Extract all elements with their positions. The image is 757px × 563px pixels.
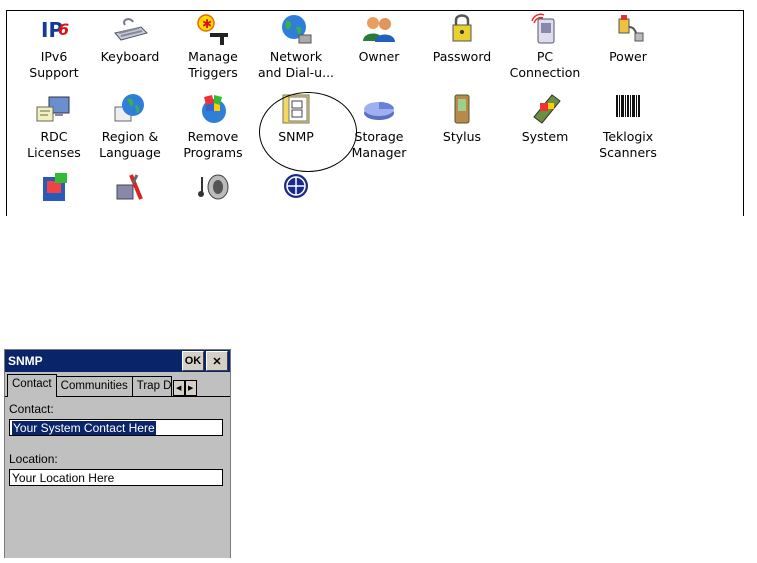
control-panel: IP 6 IPv6 Support Keyboard ✱ Manage Trigg… — [6, 10, 744, 216]
clipped-labels-row — [7, 211, 743, 216]
ipv6-icon: IP 6 — [35, 13, 73, 45]
cp-item-teklogix-scanners[interactable]: Teklogix Scanners — [588, 93, 668, 161]
cp-item-owner[interactable]: Owner — [339, 13, 419, 65]
close-button[interactable]: ✕ — [206, 351, 228, 371]
location-field[interactable]: Your Location Here — [9, 469, 223, 486]
password-keys-icon — [443, 13, 481, 45]
rdc-licenses-icon — [35, 93, 73, 125]
pc-connection-icon — [526, 13, 564, 45]
tab-communities[interactable]: Communities — [55, 376, 133, 396]
cp-item-network[interactable]: Network and Dial-u... — [256, 13, 336, 81]
cp-item-row3-4[interactable] — [256, 171, 336, 203]
stylus-device-icon — [443, 93, 481, 125]
region-globe-icon — [111, 93, 149, 125]
snmp-highlight-ring — [259, 92, 357, 172]
location-label: Location: — [9, 452, 58, 466]
contact-field[interactable]: Your System Contact Here — [9, 419, 223, 436]
owner-people-icon — [360, 13, 398, 45]
trigger-icon: ✱ — [194, 13, 232, 45]
cp-item-password[interactable]: Password — [422, 13, 502, 65]
cp-item-rdc-licenses[interactable]: RDC Licenses — [14, 93, 94, 161]
wireless-globe-icon — [277, 171, 315, 203]
tab-scroll-right-icon[interactable]: ▶ — [184, 380, 197, 396]
tab-scroll-left-icon[interactable]: ◀ — [172, 380, 185, 396]
cp-item-keyboard[interactable]: Keyboard — [90, 13, 170, 65]
keyboard-icon — [111, 13, 149, 45]
contact-value: Your System Contact Here — [12, 421, 156, 435]
tools-icon — [111, 171, 149, 203]
cp-item-row3-1[interactable] — [14, 171, 94, 203]
dialog-tabs: Contact Communities Trap Desti ◀ ▶ — [5, 372, 230, 397]
tab-scroll-arrows: ◀ ▶ — [172, 380, 197, 396]
tab-trap-destinations[interactable]: Trap Desti — [131, 376, 172, 396]
cp-item-region[interactable]: Region & Language — [90, 93, 170, 161]
tab-contact[interactable]: Contact — [7, 374, 57, 397]
svg-text:✱: ✱ — [202, 17, 212, 31]
contact-panel: Contact: Your System Contact Here Locati… — [5, 396, 230, 563]
cp-item-pc-connection[interactable]: PC Connection — [505, 13, 585, 81]
dialog-titlebar: SNMP OK ✕ — [5, 350, 230, 372]
ok-button[interactable]: OK — [182, 351, 204, 371]
cp-item-stylus[interactable]: Stylus — [422, 93, 502, 145]
network-globe-icon — [277, 13, 315, 45]
location-value: Your Location Here — [12, 471, 115, 485]
power-plug-icon — [609, 13, 647, 45]
certificates-icon — [35, 171, 73, 203]
storage-pie-icon — [360, 93, 398, 125]
barcode-icon — [609, 93, 647, 125]
svg-text:6: 6 — [58, 20, 69, 39]
cp-item-system[interactable]: System — [505, 93, 585, 145]
system-device-icon — [526, 93, 564, 125]
cp-item-row3-3[interactable] — [173, 171, 253, 203]
snmp-dialog: SNMP OK ✕ Contact Communities Trap Desti… — [4, 349, 231, 558]
remove-programs-icon — [194, 93, 232, 125]
cp-item-manage-triggers[interactable]: ✱ Manage Triggers — [173, 13, 253, 81]
cp-item-power[interactable]: Power — [588, 13, 668, 65]
dialog-title: SNMP — [8, 354, 43, 368]
cp-item-remove-programs[interactable]: Remove Programs — [173, 93, 253, 161]
cp-item-row3-2[interactable] — [90, 171, 170, 203]
cp-item-ipv6[interactable]: IP 6 IPv6 Support — [14, 13, 94, 81]
contact-label: Contact: — [9, 402, 54, 416]
sounds-icon — [194, 171, 232, 203]
